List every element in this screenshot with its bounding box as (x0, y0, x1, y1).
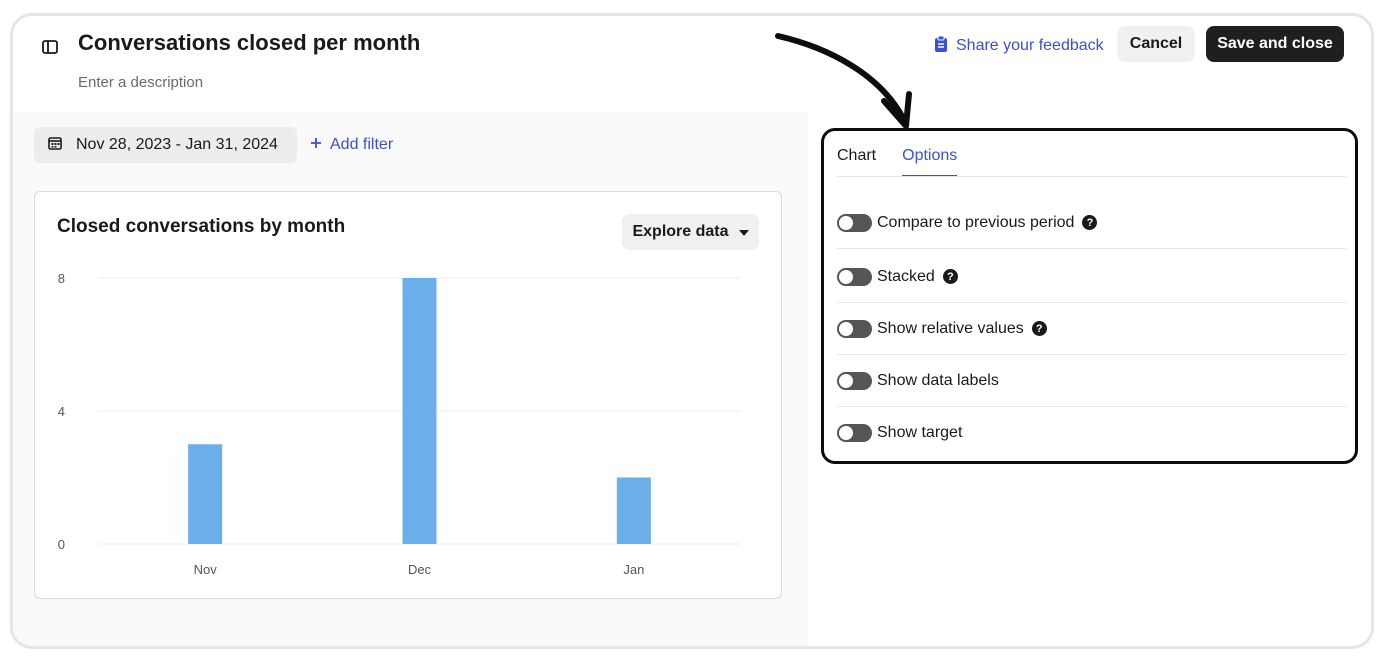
options-sidebar: Chart Options Compare to previous period… (810, 112, 1371, 646)
x-tick-label: Jan (623, 562, 644, 577)
bar-nov[interactable] (188, 444, 223, 544)
tab-chart[interactable]: Chart (837, 144, 876, 177)
option-show-data-labels: Show data labels (837, 355, 1346, 407)
option-compare-previous-period: Compare to previous period ? (837, 197, 1346, 249)
help-icon[interactable]: ? (1082, 215, 1098, 230)
help-icon[interactable]: ? (1031, 321, 1047, 336)
share-feedback-label: Share your feedback (956, 37, 1104, 54)
bar-dec[interactable] (402, 278, 437, 544)
show-target-toggle[interactable] (837, 424, 872, 442)
x-tick-label: Nov (194, 562, 218, 577)
report-editor-window: Conversations closed per month Enter a d… (10, 13, 1374, 649)
option-show-target: Show target (837, 407, 1346, 459)
option-show-relative-values: Show relative values ? (837, 303, 1346, 355)
description-field[interactable]: Enter a description (78, 74, 203, 91)
chart-card: Closed conversations by month Explore da… (34, 191, 782, 599)
compare-previous-period-toggle[interactable] (837, 213, 872, 232)
option-label: Compare to previous period (877, 213, 1075, 231)
x-tick-label: Dec (408, 562, 432, 577)
bar-jan[interactable] (616, 477, 651, 545)
save-and-close-button[interactable]: Save and close (1206, 26, 1344, 62)
show-relative-values-toggle[interactable] (837, 319, 872, 338)
bar-chart: 0 4 8 Nov Dec Jan (58, 271, 741, 577)
y-tick-label: 8 (58, 271, 65, 286)
clipboard-icon (934, 35, 948, 58)
option-stacked: Stacked ? (837, 251, 1346, 303)
add-filter-label: Add filter (330, 136, 394, 153)
editor-header: Conversations closed per month Enter a d… (13, 16, 1371, 112)
cancel-button[interactable]: Cancel (1117, 26, 1195, 62)
tabs-divider (837, 176, 1346, 177)
help-icon[interactable]: ? (942, 269, 958, 284)
option-label: Show target (877, 424, 963, 441)
show-data-labels-toggle[interactable] (837, 371, 872, 390)
sidebar-toggle-icon[interactable] (42, 39, 58, 55)
add-filter-button[interactable]: Add filter (310, 127, 393, 163)
plus-icon (310, 136, 322, 154)
option-label: Stacked (877, 267, 935, 285)
tab-options[interactable]: Options (902, 144, 958, 177)
share-feedback-link[interactable]: Share your feedback (934, 35, 1104, 57)
page-title[interactable]: Conversations closed per month (78, 30, 420, 56)
calendar-icon (48, 136, 62, 155)
report-canvas: Nov 28, 2023 - Jan 31, 2024 Add filter C… (13, 112, 808, 646)
date-range-filter[interactable]: Nov 28, 2023 - Jan 31, 2024 (34, 127, 297, 163)
stacked-toggle[interactable] (837, 267, 872, 286)
panel-tabs: Chart Options (837, 144, 958, 177)
options-panel: Chart Options Compare to previous period… (821, 128, 1358, 464)
option-label: Show relative values (877, 319, 1024, 337)
y-tick-label: 0 (58, 537, 65, 552)
date-range-label: Nov 28, 2023 - Jan 31, 2024 (76, 136, 278, 153)
option-label: Show data labels (877, 371, 999, 389)
y-tick-label: 4 (58, 404, 65, 419)
